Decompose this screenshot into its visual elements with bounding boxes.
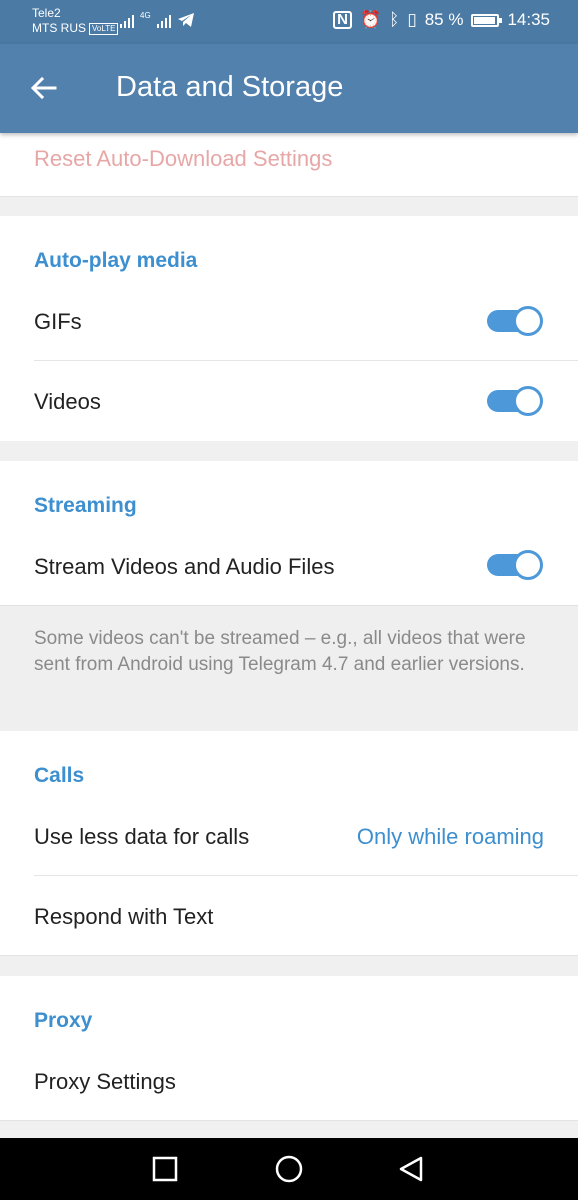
setting-label: Use less data for calls bbox=[34, 824, 250, 849]
section-header-calls: Calls bbox=[34, 764, 85, 787]
nfc-icon: N bbox=[333, 11, 352, 29]
divider bbox=[34, 875, 578, 876]
bluetooth-icon: ᛒ bbox=[389, 10, 400, 29]
volte-badge: VoLTE bbox=[89, 23, 119, 35]
setting-row-videos[interactable]: Videos bbox=[0, 376, 578, 440]
system-nav-bar bbox=[0, 1138, 578, 1200]
battery-icon bbox=[471, 13, 503, 27]
clock: 14:35 bbox=[507, 10, 550, 29]
alarm-icon: ⏰ bbox=[359, 10, 382, 29]
status-right: N ⏰ ᛒ ▯ 85 % 14:35 bbox=[333, 10, 550, 30]
network-type: 4G bbox=[140, 11, 151, 20]
section-header-proxy: Proxy bbox=[34, 1009, 93, 1032]
section-header-autoplay: Auto-play media bbox=[34, 249, 198, 272]
page-title: Data and Storage bbox=[116, 71, 344, 103]
back-nav-icon[interactable] bbox=[397, 1155, 425, 1183]
setting-row-proxy[interactable]: Proxy Settings bbox=[0, 1056, 578, 1120]
recents-icon[interactable] bbox=[151, 1155, 179, 1183]
setting-row-less-data[interactable]: Use less data for calls Only while roami… bbox=[0, 811, 578, 875]
streaming-note-text: Some videos can't be streamed – e.g., al… bbox=[34, 628, 526, 675]
section-header-streaming: Streaming bbox=[34, 494, 137, 517]
setting-label: Proxy Settings bbox=[34, 1069, 176, 1094]
app-bar: Data and Storage bbox=[0, 44, 578, 133]
signal-icon-2 bbox=[156, 14, 171, 28]
carrier-info: Tele2 MTS RUS VoLTE bbox=[32, 6, 119, 36]
vibrate-icon: ▯ bbox=[407, 10, 417, 29]
proxy-section: Proxy Proxy Settings bbox=[0, 976, 578, 1121]
streaming-section: Streaming Stream Videos and Audio Files bbox=[0, 461, 578, 605]
status-bar: Tele2 MTS RUS VoLTE 4G N ⏰ ᛒ ▯ 85 % 14:35 bbox=[0, 0, 578, 44]
streaming-note: Some videos can't be streamed – e.g., al… bbox=[0, 605, 578, 731]
home-icon[interactable] bbox=[275, 1155, 303, 1183]
divider bbox=[34, 360, 578, 361]
stream-toggle[interactable] bbox=[487, 550, 543, 580]
setting-row-respond-text[interactable]: Respond with Text bbox=[0, 891, 578, 955]
setting-label: Respond with Text bbox=[34, 904, 214, 929]
setting-label: Stream Videos and Audio Files bbox=[34, 554, 335, 579]
setting-row-stream[interactable]: Stream Videos and Audio Files bbox=[0, 541, 578, 605]
reset-auto-download-button[interactable]: Reset Auto-Download Settings bbox=[34, 146, 332, 172]
telegram-icon bbox=[177, 13, 194, 27]
setting-value: Only while roaming bbox=[356, 824, 544, 849]
autoplay-section: Auto-play media GIFs Videos bbox=[0, 216, 578, 441]
setting-label: GIFs bbox=[34, 309, 82, 334]
signal-icon bbox=[120, 14, 134, 28]
battery-percent: 85 % bbox=[424, 10, 464, 29]
carrier-1: Tele2 bbox=[32, 6, 61, 20]
setting-row-gifs[interactable]: GIFs bbox=[0, 296, 578, 360]
signal-icons: 4G bbox=[120, 12, 195, 28]
setting-label: Videos bbox=[34, 389, 101, 414]
calls-section: Calls Use less data for calls Only while… bbox=[0, 731, 578, 956]
reset-section: Reset Auto-Download Settings bbox=[0, 133, 578, 197]
arrow-left-icon[interactable] bbox=[28, 72, 60, 104]
gifs-toggle[interactable] bbox=[487, 306, 543, 336]
carrier-2: MTS RUS bbox=[32, 21, 86, 35]
videos-toggle[interactable] bbox=[487, 386, 543, 416]
